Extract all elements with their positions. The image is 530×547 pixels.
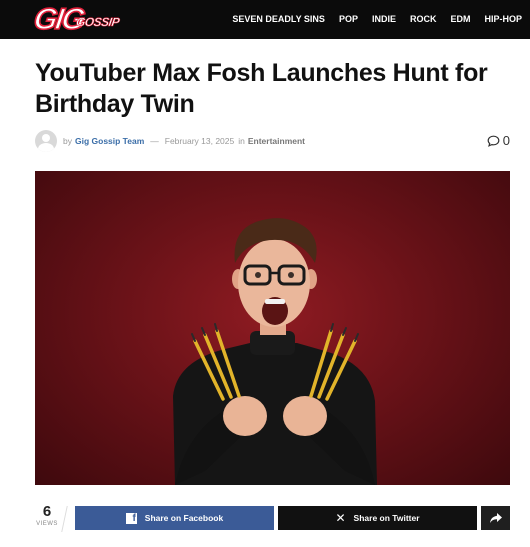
comments-link[interactable]: 0 — [487, 133, 510, 148]
view-counter: 6 VIEWS — [35, 504, 59, 528]
nav-item-pop[interactable]: POP — [339, 0, 358, 39]
nav-item-rock[interactable]: ROCK — [410, 0, 437, 39]
comment-count: 0 — [502, 133, 510, 148]
meta-dash: — — [150, 136, 159, 146]
facebook-icon: f — [125, 512, 137, 524]
author-avatar[interactable] — [35, 130, 57, 152]
views-label: VIEWS — [36, 521, 58, 527]
publish-date: February 13, 2025 — [164, 136, 235, 146]
more-share-button[interactable] — [481, 506, 510, 530]
comment-bubble-icon — [487, 135, 500, 147]
photo-of-man-with-pencils — [173, 218, 377, 485]
share-twitter-label: Share on Twitter — [353, 513, 420, 523]
nav-item-edm[interactable]: EDM — [450, 0, 470, 39]
featured-image[interactable] — [35, 171, 510, 485]
top-navigation-bar: GIG GOSSIP SEVEN DEADLY SINS POP INDIE R… — [0, 0, 530, 39]
author-link[interactable]: Gig Gossip Team — [75, 136, 144, 146]
site-logo[interactable]: GIG GOSSIP — [31, 2, 121, 39]
views-count: 6 — [42, 503, 52, 520]
by-label: by — [63, 136, 72, 146]
share-bar: 6 VIEWS f Share on Facebook ✕ Share on T… — [35, 504, 510, 532]
article-title: YouTuber Max Fosh Launches Hunt for Birt… — [35, 59, 488, 118]
share-facebook-button[interactable]: f Share on Facebook — [75, 506, 274, 530]
avatar-head-shape — [42, 134, 50, 142]
avatar-body-shape — [38, 143, 54, 152]
in-label: in — [238, 136, 245, 146]
logo-gossip-text: GOSSIP — [75, 15, 121, 30]
share-twitter-button[interactable]: ✕ Share on Twitter — [278, 506, 477, 530]
category-link[interactable]: Entertainment — [248, 136, 305, 146]
article-card: YouTuber Max Fosh Launches Hunt for Birt… — [0, 39, 530, 547]
article-meta: by Gig Gossip Team — February 13, 2025 i… — [35, 129, 510, 153]
nav-item-hip-hop[interactable]: HIP-HOP — [484, 0, 522, 39]
share-divider — [61, 506, 68, 532]
nav-item-indie[interactable]: INDIE — [372, 0, 396, 39]
main-nav: SEVEN DEADLY SINS POP INDIE ROCK EDM HIP… — [232, 0, 530, 39]
nav-item-seven-deadly-sins[interactable]: SEVEN DEADLY SINS — [232, 0, 325, 39]
share-facebook-label: Share on Facebook — [144, 513, 224, 523]
share-arrow-icon — [489, 512, 502, 523]
x-twitter-icon: ✕ — [335, 511, 346, 525]
